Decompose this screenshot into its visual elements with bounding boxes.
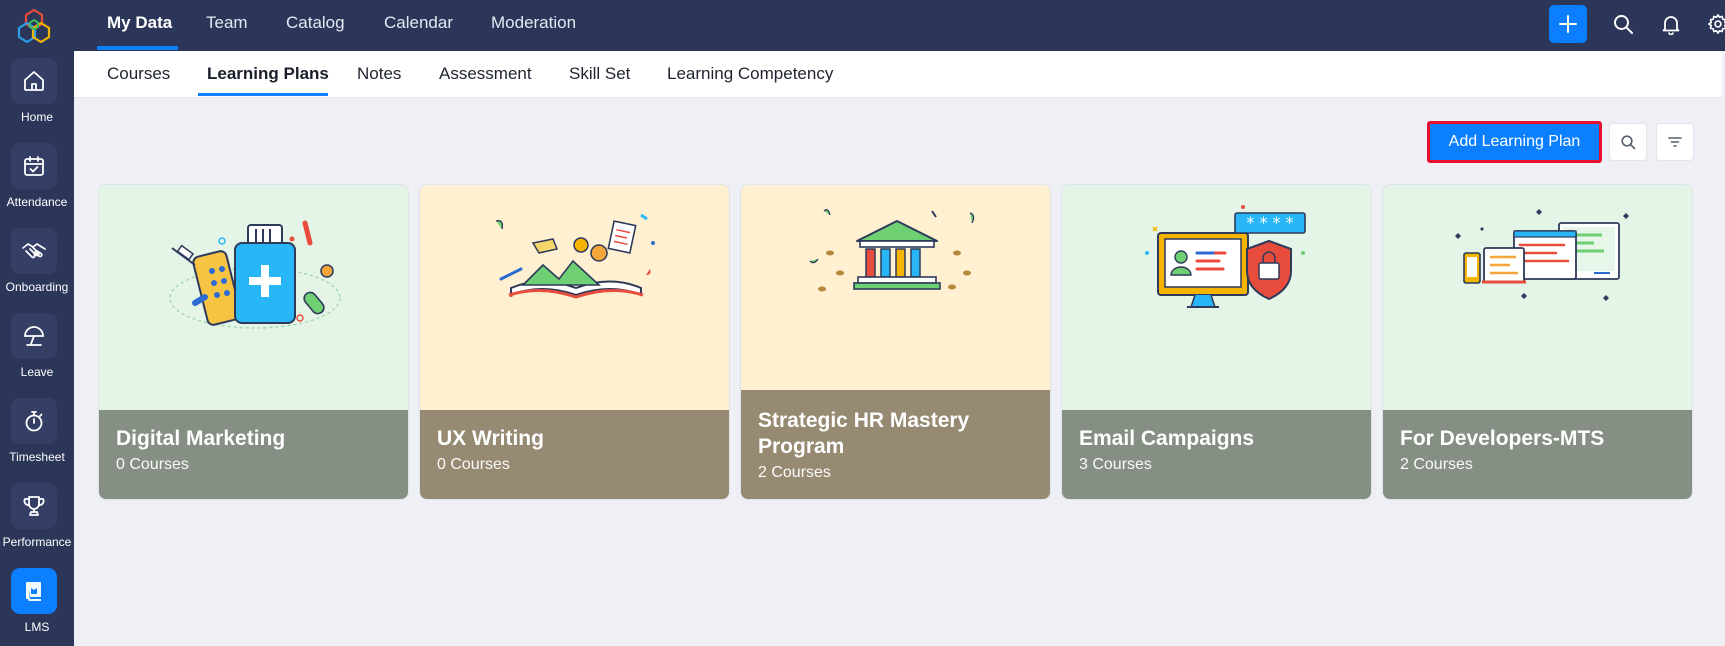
- gear-icon: [1708, 14, 1725, 34]
- card-image: * * * *: [1062, 185, 1371, 412]
- sidebar-item-onboarding[interactable]: Onboarding: [0, 228, 74, 308]
- sidebar-item-label: LMS: [24, 620, 50, 634]
- search-icon: [1614, 15, 1633, 34]
- sub-navigation-bar: Courses Learning Plans Notes Assessment …: [74, 51, 1722, 98]
- card-image: [1383, 185, 1692, 412]
- learning-plan-card-strategic-hr[interactable]: Strategic HR Mastery Program 2 Courses: [740, 184, 1051, 500]
- sidebar-item-label: Home: [20, 110, 53, 124]
- sidebar-item-leave[interactable]: Leave: [0, 313, 74, 393]
- sidebar-item-lms[interactable]: LMS: [0, 568, 74, 646]
- bell-icon: [1662, 16, 1680, 35]
- card-course-count: 3 Courses: [1079, 456, 1152, 473]
- medical-kit-illustration: [168, 220, 341, 329]
- card-image: [741, 185, 1050, 412]
- quick-add-button[interactable]: [1549, 5, 1587, 43]
- tab-notes[interactable]: Notes: [357, 51, 401, 98]
- search-plans-button[interactable]: [1609, 123, 1647, 161]
- home-icon: [24, 71, 44, 91]
- learning-plan-card-digital-marketing[interactable]: Digital Marketing 0 Courses: [98, 184, 409, 500]
- topnav-my-data[interactable]: My Data: [107, 0, 172, 51]
- tab-assessment[interactable]: Assessment: [439, 51, 532, 98]
- card-title: Email Campaigns: [1079, 427, 1255, 450]
- sidebar-item-label: Leave: [20, 365, 54, 379]
- card-course-count: 0 Courses: [437, 456, 510, 473]
- tab-skill-set[interactable]: Skill Set: [569, 51, 630, 98]
- card-footer: UX Writing 0 Courses: [420, 410, 729, 499]
- card-image: [99, 185, 408, 412]
- subnav-active-indicator: [198, 93, 328, 96]
- filter-icon: [1668, 137, 1682, 147]
- sidebar-item-label: Onboarding: [5, 280, 69, 294]
- multi-device-illustration: [1454, 209, 1629, 301]
- left-sidebar: Home Attendance Onboarding Leave Timeshe…: [0, 0, 74, 646]
- plus-icon: [1559, 15, 1577, 33]
- card-footer: Email Campaigns 3 Courses: [1062, 410, 1371, 499]
- card-course-count: 2 Courses: [758, 464, 831, 481]
- calendar-check-icon: [24, 156, 44, 176]
- learning-plan-card-for-developers[interactable]: For Developers-MTS 2 Courses: [1382, 184, 1693, 500]
- card-title: Digital Marketing: [116, 427, 286, 450]
- handshake-icon: [22, 243, 46, 259]
- learning-plan-card-email-campaigns[interactable]: * * * * Email Campaigns 3 Courses: [1061, 184, 1372, 500]
- card-course-count: 2 Courses: [1400, 456, 1473, 473]
- add-learning-plan-button[interactable]: Add Learning Plan: [1427, 121, 1602, 163]
- sidebar-item-performance[interactable]: Performance: [0, 483, 74, 563]
- topnav-active-indicator: [97, 46, 178, 50]
- sidebar-item-home[interactable]: Home: [0, 58, 74, 138]
- tab-learning-plans[interactable]: Learning Plans: [207, 51, 329, 98]
- top-navigation-bar: My Data Team Catalog Calendar Moderation: [74, 0, 1725, 51]
- sidebar-item-label: Performance: [2, 535, 72, 549]
- card-footer: Strategic HR Mastery Program 2 Courses: [741, 390, 1050, 499]
- bank-building-illustration: [809, 209, 974, 292]
- secure-monitor-illustration: * * * *: [1144, 205, 1306, 308]
- open-book-illustration: [495, 213, 655, 299]
- card-course-count: 0 Courses: [116, 456, 189, 473]
- tab-courses[interactable]: Courses: [107, 51, 170, 98]
- topnav-catalog[interactable]: Catalog: [286, 0, 345, 51]
- stopwatch-icon: [25, 411, 43, 432]
- trophy-icon: [23, 496, 45, 516]
- card-footer: For Developers-MTS 2 Courses: [1383, 410, 1692, 499]
- sidebar-item-label: Attendance: [6, 195, 68, 209]
- card-title: For Developers-MTS: [1400, 427, 1605, 450]
- sidebar-item-timesheet[interactable]: Timesheet: [0, 398, 74, 478]
- global-search-button[interactable]: [1611, 12, 1635, 36]
- sidebar-item-label: Timesheet: [9, 450, 65, 464]
- app-logo-icon[interactable]: [14, 6, 54, 46]
- umbrella-icon: [24, 326, 44, 346]
- learning-plan-card-ux-writing[interactable]: UX Writing 0 Courses: [419, 184, 730, 500]
- topnav-moderation[interactable]: Moderation: [491, 0, 576, 51]
- notifications-button[interactable]: [1659, 12, 1683, 36]
- filter-button[interactable]: [1656, 123, 1694, 161]
- lms-book-icon: [26, 582, 41, 601]
- card-footer: Digital Marketing 0 Courses: [99, 410, 408, 499]
- card-image: [420, 185, 729, 412]
- search-icon: [1621, 135, 1636, 150]
- card-title: Strategic HR Mastery Program: [758, 409, 970, 458]
- sidebar-item-attendance[interactable]: Attendance: [0, 143, 74, 223]
- tab-learning-competency[interactable]: Learning Competency: [667, 51, 833, 98]
- settings-button[interactable]: [1706, 12, 1725, 36]
- topnav-calendar[interactable]: Calendar: [384, 0, 453, 51]
- svg-text:* * * *: * * * *: [1246, 213, 1293, 232]
- card-title: UX Writing: [437, 427, 544, 450]
- topnav-team[interactable]: Team: [206, 0, 248, 51]
